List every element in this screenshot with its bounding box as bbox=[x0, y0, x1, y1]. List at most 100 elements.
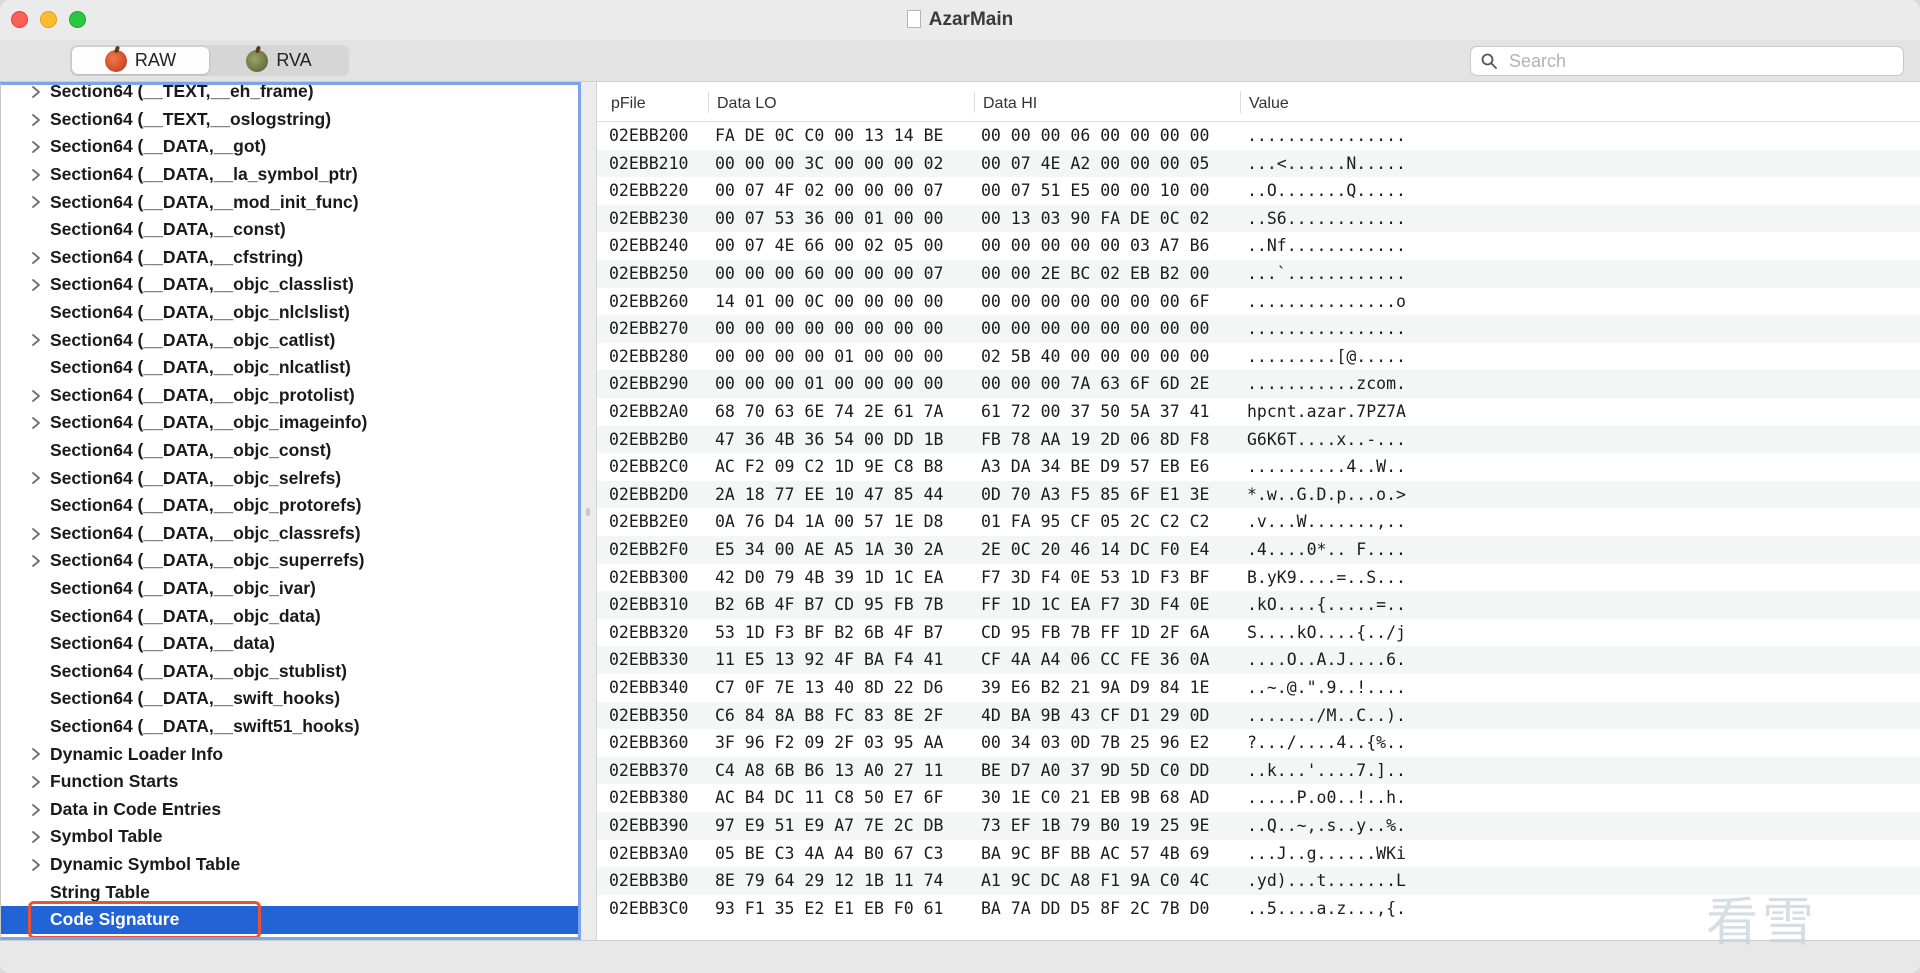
disclosure-chevron-right-icon[interactable] bbox=[30, 830, 42, 844]
hex-row[interactable]: 02EBB320 53 1D F3 BF B2 6B 4F B7 CD 95 FB … bbox=[597, 619, 1920, 647]
value-cell: .yd)...t.......L bbox=[1247, 871, 1406, 891]
data-lo-cell: 14 01 00 0C 00 00 00 00 bbox=[715, 291, 944, 311]
hex-row[interactable]: 02EBB2D0 2A 18 77 EE 10 47 85 44 0D 70 A3 … bbox=[597, 480, 1920, 509]
data-lo-cell: 53 1D F3 BF B2 6B 4F B7 bbox=[715, 622, 944, 642]
hex-row[interactable]: 02EBB200 FA DE 0C C0 00 13 14 BE 00 00 00 … bbox=[597, 122, 1920, 150]
disclosure-chevron-right-icon[interactable] bbox=[30, 333, 42, 347]
search-input[interactable] bbox=[1509, 49, 1889, 73]
divider-grip[interactable] bbox=[586, 508, 590, 516]
tree-item-label: Section64 (__DATA,__objc_classlist) bbox=[50, 274, 354, 295]
hex-row[interactable]: 02EBB370 C4 A8 6B B6 13 A0 27 11 BE D7 A0 … bbox=[597, 756, 1920, 785]
tree-item[interactable]: Section64 (__DATA,__objc_classlist) bbox=[1, 271, 578, 299]
tree-item[interactable]: Section64 (__DATA,__objc_data) bbox=[1, 602, 578, 630]
hex-row[interactable]: 02EBB340 C7 0F 7E 13 40 8D 22 D6 39 E6 B2 … bbox=[597, 674, 1920, 702]
disclosure-chevron-right-icon[interactable] bbox=[30, 747, 42, 761]
hex-row[interactable]: 02EBB250 00 00 00 60 00 00 00 07 00 00 2E … bbox=[597, 260, 1920, 288]
hex-row[interactable]: 02EBB270 00 00 00 00 00 00 00 00 00 00 00 … bbox=[597, 315, 1920, 343]
tree-item[interactable]: Section64 (__DATA,__swift_hooks) bbox=[1, 685, 578, 713]
disclosure-chevron-right-icon[interactable] bbox=[30, 85, 42, 99]
value-cell: .kO....{.....=.. bbox=[1247, 595, 1406, 615]
tree-item[interactable]: Section64 (__DATA,__objc_protorefs) bbox=[1, 492, 578, 520]
tree-item[interactable]: Data in Code Entries bbox=[1, 796, 578, 824]
disclosure-chevron-right-icon[interactable] bbox=[30, 554, 42, 568]
hex-row[interactable]: 02EBB300 42 D0 79 4B 39 1D 1C EA F7 3D F4 … bbox=[597, 564, 1920, 592]
hex-row[interactable]: 02EBB360 3F 96 F2 09 2F 03 95 AA 00 34 03 … bbox=[597, 729, 1920, 757]
hex-row[interactable]: 02EBB290 00 00 00 01 00 00 00 00 00 00 00 … bbox=[597, 370, 1920, 398]
disclosure-chevron-right-icon[interactable] bbox=[30, 527, 42, 541]
hex-row[interactable]: 02EBB2A0 68 70 63 6E 74 2E 61 7A 61 72 00 … bbox=[597, 398, 1920, 426]
raw-mode-button[interactable]: RAW bbox=[72, 47, 209, 74]
disclosure-chevron-right-icon[interactable] bbox=[30, 775, 42, 789]
hex-row[interactable]: 02EBB240 00 07 4E 66 00 02 05 00 00 00 00 … bbox=[597, 232, 1920, 260]
column-header-data-hi[interactable]: Data HI bbox=[983, 95, 1037, 113]
hex-row[interactable]: 02EBB2C0 AC F2 09 C2 1D 9E C8 B8 A3 DA 34 … bbox=[597, 453, 1920, 481]
tree-item[interactable]: Section64 (__DATA,__objc_classrefs) bbox=[1, 520, 578, 548]
tree-item[interactable]: String Table bbox=[1, 878, 578, 906]
disclosure-chevron-right-icon[interactable] bbox=[30, 803, 42, 817]
tree-item[interactable]: Section64 (__DATA,__objc_superrefs) bbox=[1, 547, 578, 575]
column-header-value[interactable]: Value bbox=[1249, 95, 1289, 113]
tree-item[interactable]: Section64 (__DATA,__objc_nlclslist) bbox=[1, 299, 578, 327]
disclosure-chevron-right-icon[interactable] bbox=[30, 389, 42, 403]
disclosure-chevron-right-icon[interactable] bbox=[30, 113, 42, 127]
tree-item[interactable]: Section64 (__DATA,__swift51_hooks) bbox=[1, 713, 578, 741]
hex-row[interactable]: 02EBB2E0 0A 76 D4 1A 00 57 1E D8 01 FA 95 … bbox=[597, 508, 1920, 536]
disclosure-chevron-right-icon[interactable] bbox=[30, 416, 42, 430]
tree-item[interactable]: Section64 (__DATA,__la_symbol_ptr) bbox=[1, 161, 578, 189]
tree-item[interactable]: Symbol Table bbox=[1, 823, 578, 851]
hex-row[interactable]: 02EBB210 00 00 00 3C 00 00 00 02 00 07 4E … bbox=[597, 149, 1920, 178]
disclosure-chevron-right-icon[interactable] bbox=[30, 471, 42, 485]
split-view-divider[interactable] bbox=[581, 82, 596, 940]
value-cell: ......./M..C..). bbox=[1247, 705, 1406, 725]
tree-item[interactable]: Section64 (__DATA,__objc_protolist) bbox=[1, 382, 578, 410]
tree-item[interactable]: Section64 (__DATA,__mod_init_func) bbox=[1, 188, 578, 216]
hex-table[interactable]: pFile Data LO Data HI Value 02EBB200 FA D… bbox=[596, 82, 1920, 940]
column-divider[interactable] bbox=[708, 91, 709, 113]
status-bar bbox=[0, 940, 1920, 973]
disclosure-chevron-right-icon[interactable] bbox=[30, 251, 42, 265]
hex-row[interactable]: 02EBB310 B2 6B 4F B7 CD 95 FB 7B FF 1D 1C … bbox=[597, 591, 1920, 619]
tree-item[interactable]: Section64 (__TEXT,__oslogstring) bbox=[1, 106, 578, 134]
hex-row[interactable]: 02EBB3A0 05 BE C3 4A A4 B0 67 C3 BA 9C BF … bbox=[597, 840, 1920, 868]
hex-row[interactable]: 02EBB280 00 00 00 00 01 00 00 00 02 5B 40 … bbox=[597, 343, 1920, 371]
tree-item[interactable]: Section64 (__DATA,__objc_imageinfo) bbox=[1, 409, 578, 437]
tree-item[interactable]: Section64 (__DATA,__objc_nlcatlist) bbox=[1, 354, 578, 382]
tree-item[interactable]: Function Starts bbox=[1, 768, 578, 796]
hex-row[interactable]: 02EBB380 AC B4 DC 11 C8 50 E7 6F 30 1E C0 … bbox=[597, 784, 1920, 812]
tree-item[interactable]: Section64 (__DATA,__objc_stublist) bbox=[1, 658, 578, 686]
tree-item[interactable]: Section64 (__DATA,__got) bbox=[1, 133, 578, 161]
disclosure-chevron-right-icon[interactable] bbox=[30, 195, 42, 209]
hex-row[interactable]: 02EBB2F0 E5 34 00 AE A5 1A 30 2A 2E 0C 20 … bbox=[597, 536, 1920, 564]
tree-item[interactable]: Section64 (__DATA,__objc_catlist) bbox=[1, 326, 578, 354]
column-divider[interactable] bbox=[974, 91, 975, 113]
rva-mode-button[interactable]: RVA bbox=[211, 47, 347, 74]
hex-row[interactable]: 02EBB350 C6 84 8A B8 FC 83 8E 2F 4D BA 9B … bbox=[597, 701, 1920, 730]
hex-row[interactable]: 02EBB220 00 07 4F 02 00 00 00 07 00 07 51 … bbox=[597, 177, 1920, 205]
column-header-pfile[interactable]: pFile bbox=[611, 95, 646, 113]
search-field[interactable] bbox=[1470, 46, 1904, 76]
hex-row[interactable]: 02EBB390 97 E9 51 E9 A7 7E 2C DB 73 EF 1B … bbox=[597, 812, 1920, 840]
tree-item[interactable]: Section64 (__DATA,__const) bbox=[1, 216, 578, 244]
hex-row[interactable]: 02EBB260 14 01 00 0C 00 00 00 00 00 00 00 … bbox=[597, 288, 1920, 316]
disclosure-chevron-right-icon[interactable] bbox=[30, 278, 42, 292]
tree-item[interactable]: Section64 (__TEXT,__eh_frame) bbox=[1, 85, 578, 106]
column-header-data-lo[interactable]: Data LO bbox=[717, 95, 777, 113]
tree-item[interactable]: Code Signature bbox=[1, 906, 578, 934]
tree-item[interactable]: Section64 (__DATA,__objc_ivar) bbox=[1, 575, 578, 603]
section-tree[interactable]: Section64 (__TEXT,__eh_frame) Section64 (… bbox=[0, 82, 581, 940]
tree-item[interactable]: Section64 (__DATA,__data) bbox=[1, 630, 578, 658]
pfile-cell: 02EBB310 bbox=[609, 595, 689, 615]
tree-item[interactable]: Section64 (__DATA,__cfstring) bbox=[1, 244, 578, 272]
tree-item[interactable]: Section64 (__DATA,__objc_selrefs) bbox=[1, 464, 578, 492]
hex-row[interactable]: 02EBB230 00 07 53 36 00 01 00 00 00 13 03 … bbox=[597, 204, 1920, 233]
hex-row[interactable]: 02EBB330 11 E5 13 92 4F BA F4 41 CF 4A A4 … bbox=[597, 646, 1920, 674]
hex-row[interactable]: 02EBB2B0 47 36 4B 36 54 00 DD 1B FB 78 AA … bbox=[597, 425, 1920, 454]
disclosure-chevron-right-icon[interactable] bbox=[30, 168, 42, 182]
disclosure-chevron-right-icon[interactable] bbox=[30, 858, 42, 872]
tree-item[interactable]: Section64 (__DATA,__objc_const) bbox=[1, 437, 578, 465]
value-cell: .v...W.......,.. bbox=[1247, 512, 1406, 532]
tree-item[interactable]: Dynamic Symbol Table bbox=[1, 851, 578, 879]
column-divider[interactable] bbox=[1240, 91, 1241, 113]
tree-item[interactable]: Dynamic Loader Info bbox=[1, 740, 578, 768]
disclosure-chevron-right-icon[interactable] bbox=[30, 140, 42, 154]
